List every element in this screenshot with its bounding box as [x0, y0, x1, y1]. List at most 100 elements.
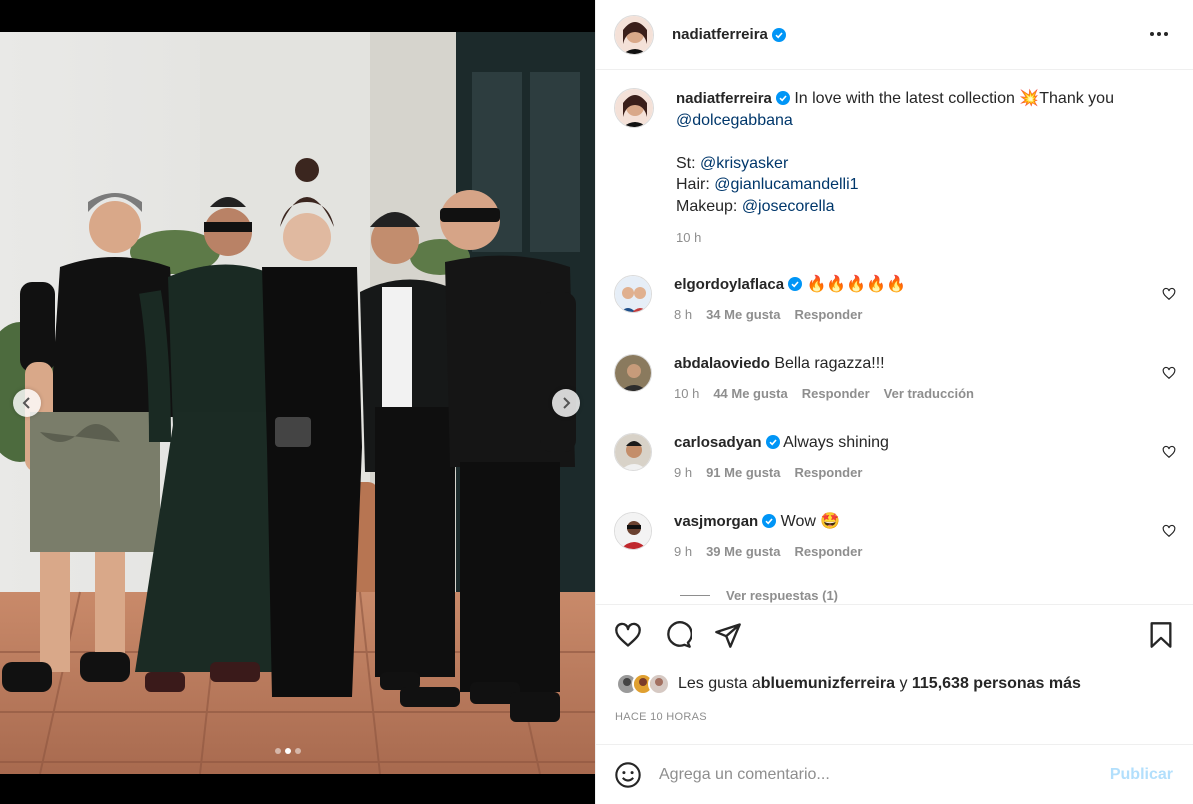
comment-item: elgordoylaflaca 🔥🔥🔥🔥🔥 8 h 34 Me gusta Re… — [614, 275, 1193, 325]
post-details-panel: nadiatferreira nadiatferreira In love wi… — [595, 0, 1193, 804]
comment-input[interactable] — [659, 765, 1079, 784]
comment-body: abdalaoviedo Bella ragazza!!! 10 h 44 Me… — [674, 354, 1144, 404]
carousel-dot — [295, 748, 301, 754]
comment-username[interactable]: vasjmorgan — [674, 513, 758, 530]
comment-text: 🔥🔥🔥🔥🔥 — [806, 276, 907, 293]
liker-username[interactable]: bluemunizferreira — [761, 675, 895, 693]
caption-username[interactable]: nadiatferreira — [676, 90, 772, 107]
comment-text: Bella ragazza!!! — [774, 355, 885, 372]
comment-time: 9 h — [674, 465, 693, 480]
more-horizontal-icon — [1150, 32, 1168, 36]
reply-button[interactable]: Responder — [795, 463, 863, 483]
comment-heart-icon[interactable] — [1162, 366, 1176, 380]
mention-link[interactable]: @gianlucamandelli1 — [714, 176, 858, 193]
carousel-dot-active — [285, 748, 291, 754]
post-timestamp: HACE 10 HORAS — [615, 711, 707, 723]
view-replies-button[interactable]: Ver respuestas (1) — [680, 588, 838, 603]
share-button[interactable] — [714, 621, 742, 649]
comment-likes[interactable]: 44 Me gusta — [713, 384, 787, 404]
chevron-left-icon — [22, 397, 30, 409]
comment-time: 8 h — [674, 307, 693, 322]
comment-text: Wow 🤩 — [780, 513, 841, 530]
translate-button[interactable]: Ver traducción — [884, 384, 974, 404]
comment-username[interactable]: elgordoylaflaca — [674, 276, 784, 293]
verified-badge-icon — [771, 27, 786, 42]
comment-meta: 9 h 39 Me gusta Responder — [674, 542, 1144, 562]
mention-link[interactable]: @krisyasker — [700, 155, 788, 172]
post-actions: Les gusta a bluemunizferreira y 115,638 … — [596, 604, 1193, 744]
comment-body: elgordoylaflaca 🔥🔥🔥🔥🔥 8 h 34 Me gusta Re… — [674, 275, 1144, 325]
likes-count[interactable]: 115,638 personas más — [912, 675, 1081, 693]
comment-item: abdalaoviedo Bella ragazza!!! 10 h 44 Me… — [614, 354, 1193, 404]
comment-meta: 9 h 91 Me gusta Responder — [674, 463, 1144, 483]
likes-summary: Les gusta a bluemunizferreira y 115,638 … — [616, 673, 1081, 695]
comment-username[interactable]: abdalaoviedo — [674, 355, 770, 372]
smiley-icon — [615, 761, 641, 788]
comment-item: carlosadyan Always shining 9 h 91 Me gus… — [614, 433, 1193, 483]
comment-button[interactable] — [664, 621, 692, 649]
caption-body: nadiatferreira In love with the latest c… — [676, 88, 1156, 249]
comment-body: vasjmorgan Wow 🤩 9 h 39 Me gusta Respond… — [674, 512, 1144, 562]
carousel-indicator — [275, 748, 301, 754]
comments-list[interactable]: nadiatferreira In love with the latest c… — [596, 71, 1193, 603]
comment-item: vasjmorgan Wow 🤩 9 h 39 Me gusta Respond… — [614, 512, 1193, 562]
emoji-button[interactable] — [613, 760, 643, 790]
likes-prefix: Les gusta a — [678, 675, 761, 692]
comment-heart-icon[interactable] — [1162, 287, 1176, 301]
mention-link[interactable]: @josecorella — [742, 198, 835, 215]
caption-label: St: — [676, 154, 701, 172]
verified-badge-icon — [788, 277, 803, 291]
reply-button[interactable]: Responder — [795, 542, 863, 562]
reply-button[interactable]: Responder — [795, 305, 863, 325]
commenter-avatar[interactable] — [614, 354, 652, 392]
comment-time: 10 h — [674, 386, 700, 401]
mention-link[interactable]: @dolcegabbana — [676, 112, 793, 129]
verified-badge-icon — [765, 435, 780, 449]
likes-middle: y — [895, 675, 912, 692]
action-icons — [614, 621, 742, 649]
comment-meta: 8 h 34 Me gusta Responder — [674, 305, 1144, 325]
comment-text: Always shining — [783, 434, 889, 451]
publish-button[interactable]: Publicar — [1110, 766, 1173, 784]
post-photo[interactable] — [0, 32, 595, 774]
carousel-dot — [275, 748, 281, 754]
post-caption: nadiatferreira In love with the latest c… — [596, 71, 1193, 249]
comment-likes[interactable]: 91 Me gusta — [706, 463, 780, 483]
liker-avatars[interactable] — [616, 673, 670, 695]
liker-avatar — [648, 673, 670, 695]
caption-time: 10 h — [676, 230, 702, 245]
comment-likes[interactable]: 34 Me gusta — [706, 305, 780, 325]
save-button[interactable] — [1147, 621, 1175, 649]
reply-button[interactable]: Responder — [802, 384, 870, 404]
person-4 — [360, 212, 460, 707]
caption-label: Hair: — [676, 176, 715, 193]
comment-heart-icon[interactable] — [1162, 445, 1176, 459]
comment-meta: 10 h 44 Me gusta Responder Ver traducció… — [674, 384, 1144, 404]
bookmark-icon — [1150, 622, 1172, 648]
commenter-avatar[interactable] — [614, 433, 652, 471]
replies-divider — [680, 595, 710, 596]
person-5 — [440, 190, 576, 722]
commenter-avatar[interactable] — [614, 512, 652, 550]
paper-plane-icon — [715, 623, 741, 648]
like-button[interactable] — [614, 621, 642, 649]
verified-badge-icon — [762, 514, 777, 528]
post-header: nadiatferreira — [596, 0, 1193, 70]
post-media — [0, 0, 595, 804]
previous-photo-button[interactable] — [13, 389, 41, 417]
caption-avatar[interactable] — [614, 88, 654, 128]
heart-icon — [615, 622, 641, 647]
verified-badge-icon — [775, 91, 790, 105]
comment-time: 9 h — [674, 544, 693, 559]
chevron-right-icon — [563, 397, 571, 409]
comment-likes[interactable]: 39 Me gusta — [706, 542, 780, 562]
next-photo-button[interactable] — [552, 389, 580, 417]
more-options-button[interactable] — [1147, 22, 1171, 46]
comment-username[interactable]: carlosadyan — [674, 434, 762, 451]
comment-bubble-icon — [667, 621, 692, 648]
author-avatar[interactable] — [614, 14, 654, 55]
comment-heart-icon[interactable] — [1162, 524, 1176, 538]
comment-body: carlosadyan Always shining 9 h 91 Me gus… — [674, 433, 1144, 483]
author-username[interactable]: nadiatferreira — [672, 26, 768, 43]
commenter-avatar[interactable] — [614, 275, 652, 313]
